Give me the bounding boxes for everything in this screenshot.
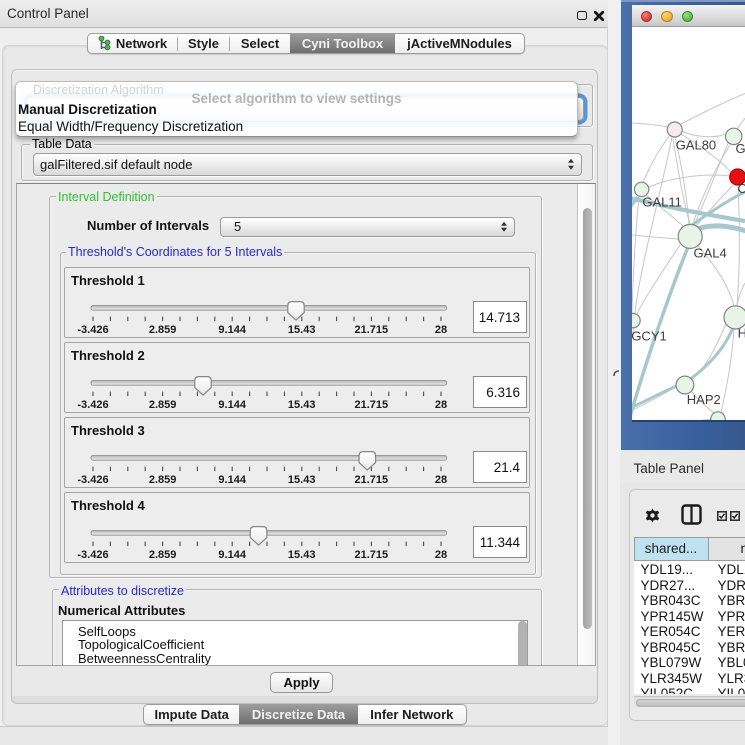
svg-text:-3.426: -3.426 <box>77 549 108 561</box>
svg-text:15.43: 15.43 <box>288 324 316 336</box>
svg-text:28: 28 <box>435 549 447 561</box>
svg-text:2.859: 2.859 <box>149 324 177 336</box>
svg-text:21.715: 21.715 <box>354 549 388 561</box>
svg-text:15.43: 15.43 <box>288 399 316 411</box>
svg-text:2.859: 2.859 <box>149 474 177 486</box>
svg-text:21.715: 21.715 <box>354 399 388 411</box>
svg-text:15.43: 15.43 <box>288 549 316 561</box>
svg-text:2.859: 2.859 <box>149 549 177 561</box>
svg-text:28: 28 <box>435 399 447 411</box>
svg-text:-3.426: -3.426 <box>77 324 108 336</box>
svg-text:-3.426: -3.426 <box>77 474 108 486</box>
svg-text:GAL4: GAL4 <box>694 245 727 260</box>
svg-text:9.144: 9.144 <box>218 399 246 411</box>
svg-text:CD: CD <box>738 181 745 196</box>
svg-text:9.144: 9.144 <box>218 549 246 561</box>
svg-text:GCY1: GCY1 <box>632 329 667 344</box>
svg-text:28: 28 <box>435 324 447 336</box>
svg-text:H: H <box>738 326 745 341</box>
svg-text:15.43: 15.43 <box>288 474 316 486</box>
svg-text:GAL80: GAL80 <box>676 138 716 153</box>
svg-text:GAL: GAL <box>736 141 745 156</box>
svg-text:9.144: 9.144 <box>218 324 246 336</box>
svg-text:28: 28 <box>435 474 447 486</box>
svg-text:2.859: 2.859 <box>149 399 177 411</box>
svg-text:21.715: 21.715 <box>354 474 388 486</box>
svg-text:HAP2: HAP2 <box>687 392 721 407</box>
svg-text:9.144: 9.144 <box>218 474 246 486</box>
svg-text:-3.426: -3.426 <box>77 399 108 411</box>
svg-text:21.715: 21.715 <box>354 324 388 336</box>
svg-text:GAL11: GAL11 <box>642 194 682 209</box>
